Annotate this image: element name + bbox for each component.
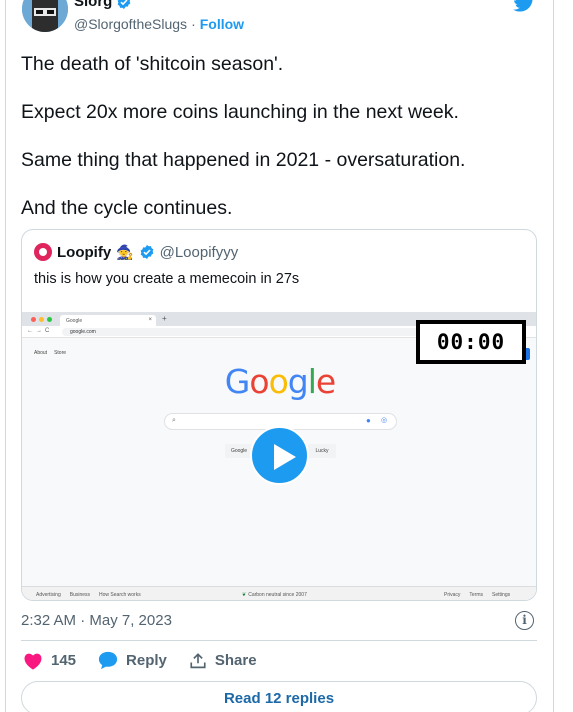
logo-letter: o [268, 362, 289, 401]
google-link-store: Store [54, 350, 67, 356]
verified-badge-icon [140, 245, 153, 259]
reply-button[interactable]: Reply [98, 651, 167, 670]
verified-badge-icon [118, 0, 131, 9]
divider [21, 640, 537, 641]
google-logo: Google [22, 362, 536, 401]
action-bar: 145 Reply Share [23, 651, 279, 670]
author-handle-row: @SlorgoftheSlugs · Follow [74, 16, 244, 32]
timer-text: 00:00 [420, 324, 522, 360]
logo-letter: o [249, 362, 269, 401]
footer-link: Terms [469, 592, 484, 598]
quoted-tweet[interactable]: Loopify 🧙 @Loopifyyy this is how you cre… [21, 229, 537, 601]
google-search-button: Google [225, 444, 253, 458]
window-minimize-dot [39, 317, 44, 322]
author-name-row: Slorg [74, 0, 132, 10]
read-replies-button[interactable]: Read 12 replies [21, 681, 537, 712]
like-count: 145 [51, 652, 77, 669]
footer-link: Business [69, 592, 91, 598]
twitter-bird-icon[interactable] [513, 0, 535, 12]
browser-nav-icons: ←→C [27, 328, 53, 334]
tweet-paragraph: Expect 20x more coins launching in the n… [21, 101, 459, 123]
follow-button[interactable]: Follow [200, 16, 244, 32]
author-display-name[interactable]: Slorg [74, 0, 112, 10]
leaf-icon: ❦ [242, 592, 247, 598]
logo-letter: l [307, 362, 317, 401]
quoted-text: this is how you create a memecoin in 27s [34, 271, 300, 287]
quoted-handle: @Loopifyyy [159, 243, 239, 261]
reply-bubble-icon [98, 651, 118, 670]
info-icon[interactable]: i [515, 611, 534, 630]
footer-link: Settings [492, 592, 511, 598]
share-icon [190, 652, 206, 668]
quoted-display-name: Loopify [57, 243, 112, 261]
wizard-emoji-icon: 🧙 [116, 243, 134, 260]
quoted-avatar [34, 243, 52, 261]
share-button[interactable]: Share [189, 652, 257, 670]
search-icon: ⌕ [172, 417, 176, 424]
tweet-paragraph: And the cycle continues. [21, 197, 233, 219]
microphone-icon: ● [366, 416, 371, 425]
google-link-about: About [34, 350, 48, 356]
tweet-timestamp[interactable]: 2:32 AM · May 7, 2023 [21, 612, 172, 629]
google-footer: Advertising Business How Search works ❦ C… [22, 586, 536, 600]
logo-letter: g [287, 362, 309, 401]
tweet-paragraph: Same thing that happened in 2021 - overs… [21, 149, 466, 171]
window-close-dot [31, 317, 36, 322]
footer-link: How Search works [99, 592, 141, 598]
like-button[interactable]: 145 [23, 652, 76, 670]
reply-label: Reply [126, 652, 167, 669]
google-top-links: About Store [34, 350, 66, 356]
video-player[interactable]: Google × + ←→C google.com About Store Go… [22, 312, 536, 600]
tweet-text: The death of 'shitcoin season'. Expect 2… [21, 52, 541, 244]
browser-tab: Google × [60, 315, 156, 326]
play-icon[interactable] [250, 426, 309, 485]
window-maximize-dot [47, 317, 52, 322]
author-handle[interactable]: @SlorgoftheSlugs [74, 16, 187, 32]
heart-icon [24, 653, 42, 670]
handle-separator: · [191, 16, 196, 32]
new-tab-icon: + [162, 314, 167, 323]
video-timer: 00:00 [416, 320, 526, 364]
quoted-author-row: Loopify 🧙 @Loopifyyy [34, 243, 238, 261]
browser-tab-title: Google [66, 318, 83, 324]
tab-close-icon: × [148, 317, 152, 323]
footer-link: Privacy [444, 592, 461, 598]
footer-carbon-text: Carbon neutral since 2007 [248, 592, 307, 598]
footer-link: Advertising [36, 592, 61, 598]
logo-letter: G [224, 362, 251, 401]
camera-icon: ◎ [381, 417, 388, 424]
share-label: Share [214, 652, 257, 669]
logo-letter: e [315, 362, 336, 401]
google-lucky-button: Lucky [308, 444, 336, 458]
tweet-paragraph: The death of 'shitcoin season'. [21, 53, 284, 75]
